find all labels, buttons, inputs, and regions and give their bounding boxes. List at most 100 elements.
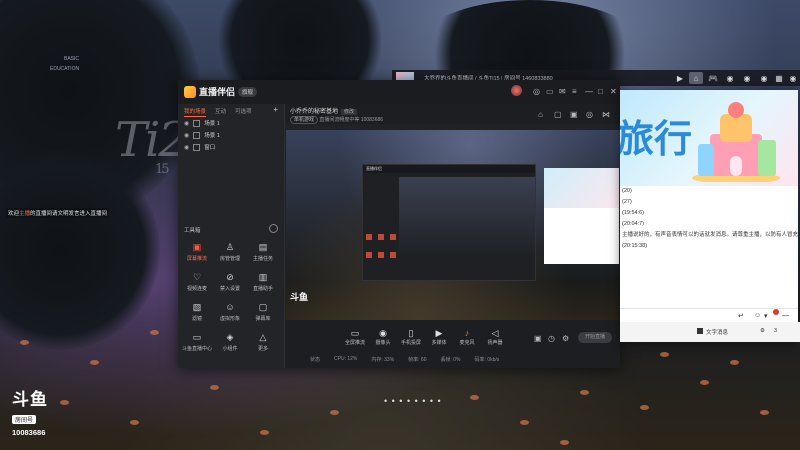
tool-screen-cast[interactable]: ▣ 屏幕推流	[182, 242, 212, 262]
screen-icon: ▭	[350, 328, 360, 338]
app-logo: 直播伴侣 旗舰	[184, 85, 258, 98]
camera-button[interactable]: ◉ 摄像头	[370, 328, 396, 346]
home-icon[interactable]: ⌂	[689, 72, 703, 84]
tool-tasks[interactable]: ▤ 主播任务	[248, 242, 278, 262]
status-strip: 状态 CPU: 12% 内存: 33% 帧率: 60 丢帧: 0% 码率: 0k…	[310, 356, 500, 363]
avatar-icon: ☺	[225, 302, 235, 312]
welcome-message: 欢迎主播的直播间请文明发言进入直播间	[6, 208, 110, 218]
lock-icon[interactable]	[193, 143, 201, 151]
room-label: 房间号	[12, 415, 37, 424]
emoji-icon[interactable]: ☺	[754, 312, 761, 319]
edit-title-button[interactable]: 修改	[341, 109, 358, 115]
douyu-logo: 斗鱼	[290, 292, 309, 302]
tool-center[interactable]: ▭ 斗鱼直播中心	[182, 332, 212, 352]
room-number: 10083686	[12, 428, 46, 437]
tool-filter[interactable]: ▧ 滤镜	[182, 302, 212, 322]
version-badge[interactable]: 旗舰	[238, 86, 258, 97]
gamepad-icon[interactable]: ◉	[740, 72, 754, 84]
eye-icon[interactable]: ◉	[184, 120, 189, 127]
eye-icon[interactable]: ◉	[184, 144, 189, 151]
tool-block[interactable]: ⊘ 禁入设置	[215, 272, 245, 292]
gamepad-icon[interactable]: 🎮	[706, 72, 720, 84]
tool-avatar[interactable]: ☺ 虚拟形象	[215, 302, 245, 322]
phone-cast-button[interactable]: ▯ 手机投屏	[398, 328, 424, 346]
send-icon[interactable]: —	[782, 312, 789, 319]
scene-item[interactable]: ◉ 窗口	[178, 141, 284, 153]
chat-line: (20:15:38)	[622, 243, 648, 249]
stream-preview[interactable]: 直播伴侣 斗鱼	[286, 130, 620, 320]
gear-icon[interactable]	[269, 224, 278, 233]
chat-messages: (20) (27) (19:54:6) (20:04:7) 主播说好的，有声音表…	[620, 186, 798, 252]
scene-tabs: 我的场景 互动 可选项 +	[178, 104, 284, 117]
play-icon[interactable]: ▶	[673, 72, 687, 84]
tab-options[interactable]: 可选项	[235, 107, 252, 117]
menu-icon[interactable]: ≡	[572, 87, 577, 96]
toolbox-header: 工具箱	[184, 224, 278, 234]
add-scene-icon[interactable]: +	[273, 106, 278, 117]
checkbox[interactable]	[697, 328, 703, 334]
gear-icon[interactable]: ⚙	[562, 334, 569, 343]
shop-icon[interactable]: ⌂	[538, 110, 543, 119]
gamepad-icon[interactable]: ◉	[786, 72, 800, 84]
eye-icon[interactable]: ◉	[184, 132, 189, 139]
skin-icon[interactable]: ◎	[533, 87, 540, 96]
record-icon[interactable]: ◎	[586, 110, 593, 119]
speaker-icon: ◁	[491, 328, 499, 338]
tab-interact[interactable]: 互动	[215, 107, 226, 117]
full-screen-button[interactable]: ▭ 全屏推流	[342, 328, 368, 346]
app-name: 直播伴侣	[199, 87, 236, 97]
live-companion-window: 直播伴侣 旗舰 ◎ ▭ ✉ ≡ — □ ✕ 我的场景 互动 可选项 + ◉ 场景…	[178, 80, 620, 368]
gear-icon[interactable]: ⚙	[760, 328, 765, 334]
tool-danmaku[interactable]: ▢ 弹幕库	[248, 302, 278, 322]
footer-count: 3	[774, 328, 778, 334]
desktop-label: BASIC	[64, 56, 80, 62]
lock-icon[interactable]: ▢	[554, 110, 562, 119]
stream-subtitle: 单机游戏 直播间流畅度中等 10083686	[290, 116, 383, 124]
lock-icon[interactable]	[193, 119, 201, 127]
notification-dot	[773, 309, 779, 315]
maximize-icon[interactable]: □	[598, 87, 603, 96]
speaker-button[interactable]: ◁ 扬声器	[482, 328, 508, 346]
media-button[interactable]: ▶ 多媒体	[426, 328, 452, 346]
record-icon[interactable]: ▣	[534, 334, 542, 343]
gift-icon[interactable]: ▣	[570, 110, 578, 119]
douyu-watermark: 斗鱼 房间号 10083686	[12, 392, 54, 437]
scene-label: 场景 1	[204, 133, 220, 139]
mail-icon[interactable]: ✉	[559, 87, 566, 96]
chat-window: 旅行 (20) (27) (19:54:6) (20:04:7) 主播说好的，有…	[620, 90, 798, 342]
chat-line: 主播说好的，有声音表情可以的话就发消息。请尊重主播，以防有人冒充主播的	[622, 232, 798, 238]
user-admin-icon: ♙	[225, 242, 235, 252]
start-live-button[interactable]: 开始直播	[578, 332, 612, 343]
back-icon[interactable]: ↵	[738, 312, 744, 320]
gamepad-icon[interactable]: ◉	[723, 72, 737, 84]
minimize-icon[interactable]: —	[585, 87, 593, 96]
lock-icon[interactable]	[193, 131, 201, 139]
close-icon[interactable]: ✕	[610, 87, 617, 96]
scene-item[interactable]: ◉ 场景 1	[178, 117, 284, 129]
tool-video-call[interactable]: ♡ 视频连麦	[182, 272, 212, 292]
camera-icon: ◉	[379, 328, 387, 338]
tool-widget[interactable]: ◈ 小组件	[215, 332, 245, 352]
clock-icon[interactable]: ◷	[548, 334, 555, 343]
more-icon: △	[259, 332, 267, 342]
grid-icon[interactable]: ▦	[772, 72, 786, 84]
share-icon[interactable]: ⋈	[602, 110, 610, 119]
scene-item[interactable]: ◉ 场景 1	[178, 129, 284, 141]
media-icon: ▶	[435, 328, 443, 338]
video-call-icon: ♡	[192, 272, 202, 282]
avatar[interactable]	[511, 85, 522, 96]
stream-info-bar: 小乔乔的秘密基地 修改 单机游戏 直播间流畅度中等 10083686 ⌂ ▢ ▣ …	[286, 104, 620, 124]
tab-scenes[interactable]: 我的场景	[184, 107, 207, 117]
tool-room-admin[interactable]: ♙ 房管管理	[215, 242, 245, 262]
tool-assistant[interactable]: ▥ 直播助手	[248, 272, 278, 292]
category-pill[interactable]: 单机游戏	[290, 116, 319, 124]
chevron-down-icon[interactable]: ▾	[764, 312, 768, 320]
mic-button[interactable]: ♪ 麦克风	[454, 328, 480, 346]
center-icon: ▭	[192, 332, 202, 342]
message-icon[interactable]: ▭	[546, 87, 554, 96]
tool-more[interactable]: △ 更多	[248, 332, 278, 352]
castle-illustration	[692, 102, 780, 182]
chat-line: (20:04:7)	[622, 221, 645, 227]
footer-label: 文字消息	[706, 330, 729, 336]
gamepad-icon[interactable]: ◉	[757, 72, 771, 84]
